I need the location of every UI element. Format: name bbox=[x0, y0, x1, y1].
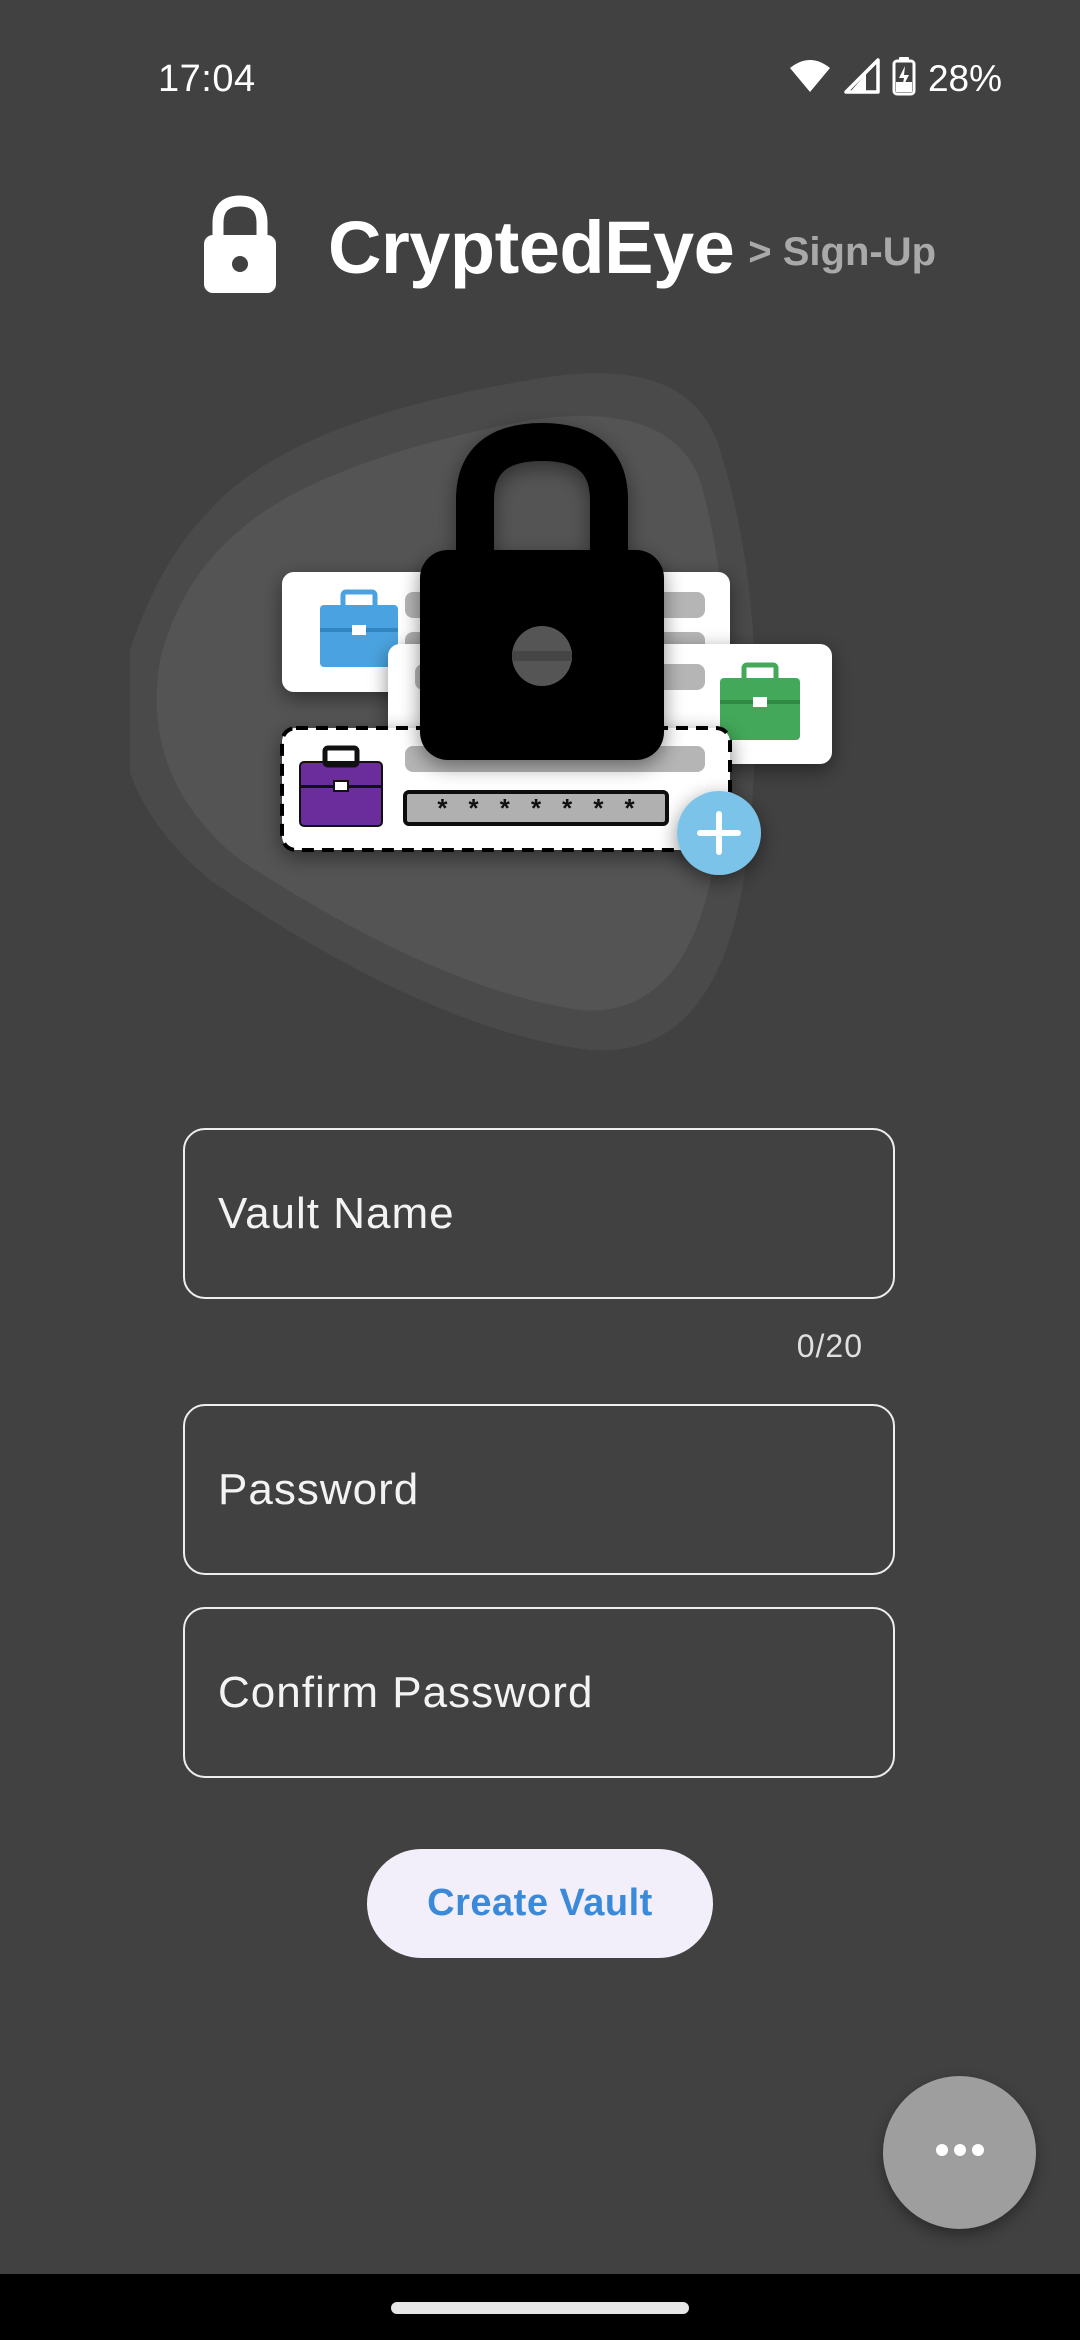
lock-icon bbox=[200, 194, 280, 300]
plus-icon bbox=[677, 791, 761, 875]
cellular-signal-icon bbox=[844, 58, 880, 99]
page-subtitle: > Sign-Up bbox=[748, 229, 937, 274]
password-mask-text: * * * * * * * bbox=[435, 796, 638, 826]
status-icons: 28% bbox=[788, 56, 1002, 101]
vault-illustration-graphic: * * * * * * * bbox=[120, 373, 832, 1051]
confirm-password-label: Confirm Password bbox=[218, 1667, 594, 1717]
password-label: Password bbox=[218, 1464, 420, 1514]
battery-percentage: 28% bbox=[927, 57, 1002, 99]
wifi-icon bbox=[788, 58, 832, 99]
more-horizontal-icon bbox=[935, 2143, 985, 2162]
app-title: CryptedEye bbox=[328, 205, 735, 289]
password-field[interactable]: Password bbox=[183, 1404, 895, 1575]
app-header: CryptedEye > Sign-Up bbox=[200, 192, 936, 302]
vault-name-char-counter: 0/20 bbox=[796, 1328, 863, 1364]
home-gesture-handle[interactable] bbox=[391, 2302, 689, 2314]
vault-illustration: * * * * * * * bbox=[120, 360, 890, 1080]
more-options-button[interactable] bbox=[883, 2076, 1036, 2229]
vault-name-label: Vault Name bbox=[218, 1188, 455, 1238]
vault-name-field[interactable]: Vault Name bbox=[183, 1128, 895, 1299]
status-time: 17:04 bbox=[158, 58, 256, 100]
create-vault-button[interactable]: Create Vault bbox=[367, 1849, 713, 1958]
battery-charging-icon bbox=[892, 56, 916, 101]
sign-up-screen: 17:04 28% CryptedEye > Sign-Up * * * * *… bbox=[0, 0, 1080, 2340]
confirm-password-field[interactable]: Confirm Password bbox=[183, 1607, 895, 1778]
